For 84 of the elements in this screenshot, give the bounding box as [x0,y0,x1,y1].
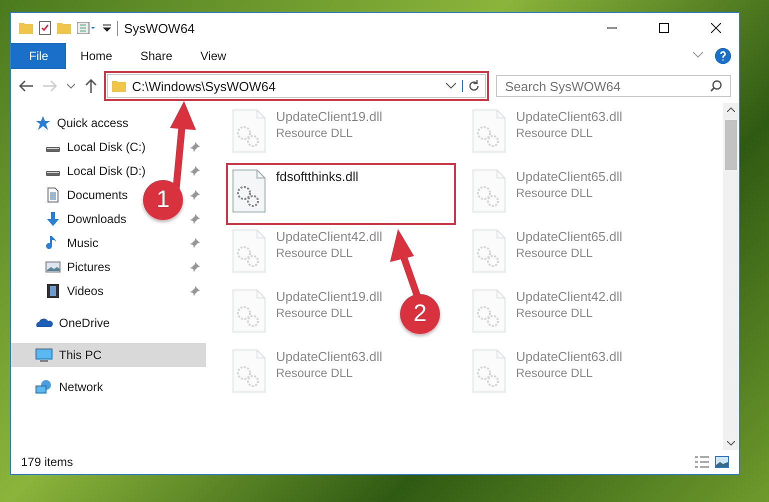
chevron-down-icon[interactable] [446,83,456,89]
sidebar-item[interactable]: Documents [11,183,134,207]
address-bar[interactable]: C:\Windows\SysWOW64 [107,74,486,98]
file-name: UpdateClient19.dll [276,289,382,304]
file-name: fdsoftthinks.dll [276,169,358,184]
file-name: UpdateClient65.dll [516,229,622,244]
dll-file-icon [232,109,266,153]
star-icon [35,115,51,131]
maximize-icon[interactable] [659,23,669,33]
sidebar-item[interactable]: Network [11,375,110,399]
dll-file-icon [472,169,506,213]
minimize-icon[interactable] [607,27,617,29]
dll-file-icon [232,229,266,273]
picture-icon [45,259,61,275]
file-item[interactable]: fdsoftthinks.dll [228,165,454,223]
checklist-icon[interactable] [39,21,51,35]
chevron-down-icon[interactable] [67,83,75,89]
network-icon [35,379,53,395]
dll-file-icon [472,109,506,153]
sidebar-item[interactable]: Pictures [11,255,116,279]
sidebar-item[interactable]: This PC [11,343,206,367]
file-type: Resource DLL [276,306,354,320]
ribbon-tab[interactable]: Share [126,43,186,69]
file-name: UpdateClient65.dll [516,169,622,184]
scrollbar[interactable] [723,103,739,450]
pin-icon[interactable] [190,142,200,152]
file-name: UpdateClient63.dll [516,109,622,124]
sidebar-item[interactable]: Quick access [11,111,134,135]
folder-icon [112,80,126,92]
ribbon-tab[interactable]: Home [66,43,126,69]
file-name: UpdateClient19.dll [276,109,382,124]
file-type: Resource DLL [516,186,594,200]
file-type: Resource DLL [516,246,594,260]
up-arrow-icon[interactable] [85,79,97,93]
drive-icon [45,171,61,177]
dll-file-icon [472,289,506,333]
sidebar-item[interactable]: Local Disk (C:) [11,135,152,159]
sidebar-item[interactable]: Videos [11,279,110,303]
file-name: UpdateClient63.dll [276,349,382,364]
file-type: Resource DLL [276,126,354,140]
dll-file-icon [472,349,506,393]
ribbon-tab[interactable]: File [11,43,66,69]
dropdown-icon[interactable] [103,24,111,32]
file-type: Resource DLL [516,306,594,320]
search-icon [710,80,722,92]
pin-icon[interactable] [190,214,200,224]
chevron-up-icon[interactable] [727,107,735,112]
back-arrow-icon[interactable] [19,80,33,92]
window-title: SysWOW64 [117,20,583,36]
dll-file-icon [232,349,266,393]
pin-icon[interactable] [190,166,200,176]
item-count: 179 items [21,455,74,469]
help-icon[interactable] [715,48,731,64]
file-type: Resource DLL [276,366,354,380]
properties-icon[interactable] [77,22,97,34]
file-type: Resource DLL [516,366,594,380]
pin-icon[interactable] [190,286,200,296]
monitor-icon [35,347,53,363]
document-icon [45,187,61,203]
pin-icon[interactable] [190,262,200,272]
dll-file-icon [232,289,266,333]
dll-file-icon [472,229,506,273]
file-type: Resource DLL [516,126,594,140]
details-view-icon[interactable] [695,456,709,468]
close-icon[interactable] [711,23,721,33]
sidebar-item[interactable]: Local Disk (D:) [11,159,152,183]
pin-icon[interactable] [190,238,200,248]
large-icons-view-icon[interactable] [715,456,729,468]
file-name: UpdateClient42.dll [276,229,382,244]
file-name: UpdateClient42.dll [516,289,622,304]
ribbon-tab[interactable]: View [186,43,240,69]
scrollbar-thumb[interactable] [725,120,737,170]
sidebar-item[interactable]: Music [11,231,104,255]
film-icon [45,283,61,299]
download-icon [45,211,61,227]
chevron-down-icon[interactable] [727,441,735,446]
pin-icon[interactable] [190,190,200,200]
sidebar-item[interactable]: Downloads [11,207,132,231]
file-name: UpdateClient63.dll [516,349,622,364]
sidebar-item[interactable]: OneDrive [11,311,116,335]
drive-icon [45,147,61,153]
search-field[interactable]: Search SysWOW64 [496,75,731,97]
dll-file-icon [232,169,266,213]
file-type: Resource DLL [276,246,354,260]
